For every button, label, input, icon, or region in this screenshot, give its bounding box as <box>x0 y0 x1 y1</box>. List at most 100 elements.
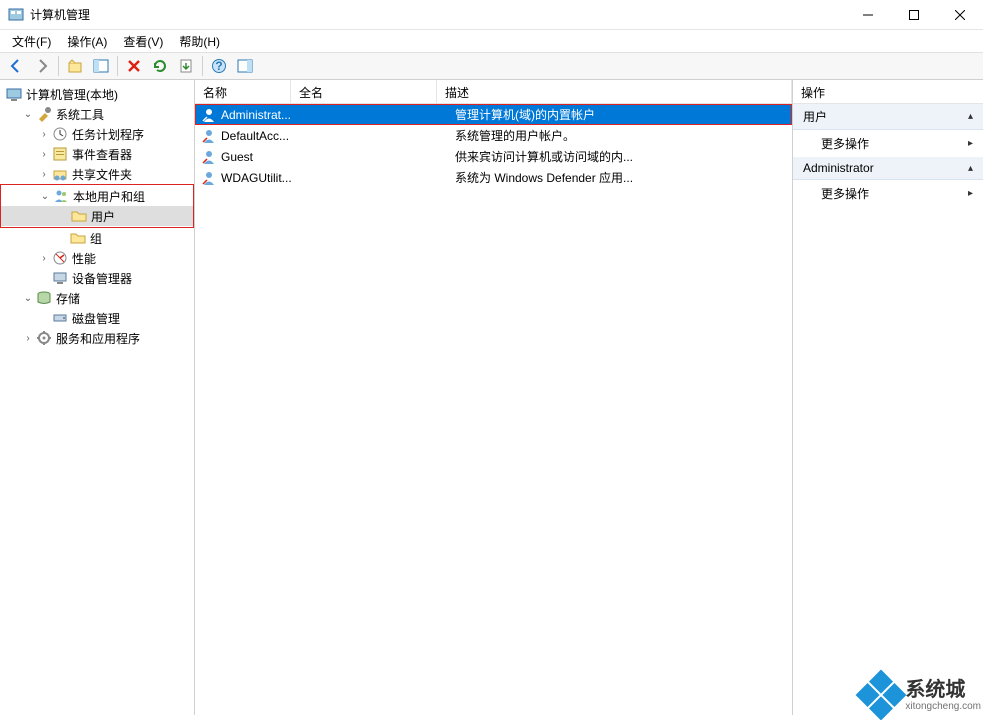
minimize-button[interactable] <box>845 0 891 30</box>
actions-pane: 操作 用户 ▴ 更多操作 ▸ Administrator ▴ 更多操作 ▸ <box>793 80 983 715</box>
tree-disk-management[interactable]: 磁盘管理 <box>0 308 194 328</box>
tree-label: 计算机管理(本地) <box>26 86 118 103</box>
services-icon <box>36 330 52 346</box>
list-row[interactable]: DefaultAcc...系统管理的用户帐户。 <box>195 125 792 146</box>
clock-icon <box>52 126 68 142</box>
cell-description: 系统为 Windows Defender 应用... <box>455 169 792 186</box>
watermark-text-en: xitongcheng.com <box>905 701 981 712</box>
toolbar-separator <box>202 56 203 76</box>
tree-event-viewer[interactable]: › 事件查看器 <box>0 144 194 164</box>
submenu-arrow-icon: ▸ <box>968 188 973 199</box>
actions-item-label: 更多操作 <box>821 135 869 152</box>
collapse-icon[interactable]: ⌄ <box>39 190 51 202</box>
list-row[interactable]: WDAGUtilit... 系统为 Windows Defender 应用... <box>195 167 792 188</box>
help-button[interactable]: ? <box>207 54 231 78</box>
cell-description: 供来宾访问计算机或访问域的内... <box>455 148 792 165</box>
watermark-logo-icon <box>856 670 907 720</box>
tree-label: 性能 <box>72 250 96 267</box>
tree-label: 服务和应用程序 <box>56 330 140 347</box>
user-icon <box>201 149 217 165</box>
folder-icon <box>70 230 86 246</box>
tree-label: 用户 <box>91 208 115 225</box>
titlebar: 计算机管理 <box>0 0 983 30</box>
expand-icon[interactable]: › <box>22 332 34 344</box>
watermark: 系统城 xitongcheng.com <box>863 677 981 713</box>
menu-help[interactable]: 帮助(H) <box>171 31 228 52</box>
expand-icon[interactable]: › <box>38 148 50 160</box>
list-row[interactable]: Guest 供来宾访问计算机或访问域的内... <box>195 146 792 167</box>
show-hide-actions-button[interactable] <box>233 54 257 78</box>
list-pane: 名称 全名 描述 Administrat...管理计算机(域)的内置帐户Defa… <box>195 80 793 715</box>
tree-performance[interactable]: › 性能 <box>0 248 194 268</box>
event-icon <box>52 146 68 162</box>
storage-icon <box>36 290 52 306</box>
tree-services-apps[interactable]: › 服务和应用程序 <box>0 328 194 348</box>
user-icon <box>201 107 217 123</box>
computer-icon <box>6 86 22 102</box>
cell-description: 系统管理的用户帐户。 <box>455 127 792 144</box>
tools-icon <box>36 106 52 122</box>
tree-task-scheduler[interactable]: › 任务计划程序 <box>0 124 194 144</box>
list-row[interactable]: Administrat...管理计算机(域)的内置帐户 <box>195 104 792 125</box>
performance-icon <box>52 250 68 266</box>
refresh-button[interactable] <box>148 54 172 78</box>
collapse-icon[interactable]: ⌄ <box>22 292 34 304</box>
tree-label: 磁盘管理 <box>72 310 120 327</box>
actions-section-label: Administrator <box>803 161 874 175</box>
show-hide-tree-button[interactable] <box>89 54 113 78</box>
watermark-text-cn: 系统城 <box>905 679 981 701</box>
expand-icon[interactable]: › <box>38 252 50 264</box>
column-description[interactable]: 描述 <box>437 80 792 103</box>
actions-more-administrator[interactable]: 更多操作 ▸ <box>793 180 983 207</box>
tree-users[interactable]: 用户 <box>1 206 193 226</box>
menu-action[interactable]: 操作(A) <box>59 31 115 52</box>
close-button[interactable] <box>937 0 983 30</box>
tree-local-users-groups[interactable]: ⌄ 本地用户和组 <box>1 186 193 206</box>
tree-root[interactable]: 计算机管理(本地) <box>0 84 194 104</box>
actions-section-administrator[interactable]: Administrator ▴ <box>793 157 983 180</box>
actions-title: 操作 <box>793 80 983 104</box>
tree-pane: 计算机管理(本地) ⌄ 系统工具 › 任务计划程序 › 事件查看器 › 共享文件… <box>0 80 195 715</box>
tree-system-tools[interactable]: ⌄ 系统工具 <box>0 104 194 124</box>
user-icon <box>201 170 217 186</box>
cell-name: WDAGUtilit... <box>221 171 309 185</box>
menubar: 文件(F) 操作(A) 查看(V) 帮助(H) <box>0 30 983 52</box>
tree-label: 本地用户和组 <box>73 188 145 205</box>
export-button[interactable] <box>174 54 198 78</box>
folder-icon <box>71 208 87 224</box>
toolbar: ? <box>0 52 983 80</box>
tree-label: 存储 <box>56 290 80 307</box>
column-fullname[interactable]: 全名 <box>291 80 437 103</box>
svg-text:?: ? <box>215 59 222 73</box>
collapse-icon: ▴ <box>968 111 973 122</box>
tree-label: 事件查看器 <box>72 146 132 163</box>
actions-more-users[interactable]: 更多操作 ▸ <box>793 130 983 157</box>
tree-shared-folders[interactable]: › 共享文件夹 <box>0 164 194 184</box>
actions-section-users[interactable]: 用户 ▴ <box>793 104 983 130</box>
tree-storage[interactable]: ⌄ 存储 <box>0 288 194 308</box>
up-button[interactable] <box>63 54 87 78</box>
menu-file[interactable]: 文件(F) <box>4 31 59 52</box>
tree-label: 组 <box>90 230 102 247</box>
cell-name: Guest <box>221 150 309 164</box>
window-title: 计算机管理 <box>30 6 845 23</box>
delete-button[interactable] <box>122 54 146 78</box>
disk-icon <box>52 310 68 326</box>
tree-groups[interactable]: 组 <box>0 228 194 248</box>
back-button[interactable] <box>4 54 28 78</box>
maximize-button[interactable] <box>891 0 937 30</box>
expand-icon[interactable]: › <box>38 168 50 180</box>
collapse-icon[interactable]: ⌄ <box>22 108 34 120</box>
submenu-arrow-icon: ▸ <box>968 138 973 149</box>
menu-view[interactable]: 查看(V) <box>115 31 171 52</box>
app-icon <box>8 7 24 23</box>
cell-name: Administrat... <box>221 108 309 122</box>
forward-button[interactable] <box>30 54 54 78</box>
expand-icon[interactable]: › <box>38 128 50 140</box>
share-icon <box>52 166 68 182</box>
list-header: 名称 全名 描述 <box>195 80 792 104</box>
column-name[interactable]: 名称 <box>195 80 291 103</box>
toolbar-separator <box>117 56 118 76</box>
tree-device-manager[interactable]: 设备管理器 <box>0 268 194 288</box>
user-icon <box>201 128 217 144</box>
